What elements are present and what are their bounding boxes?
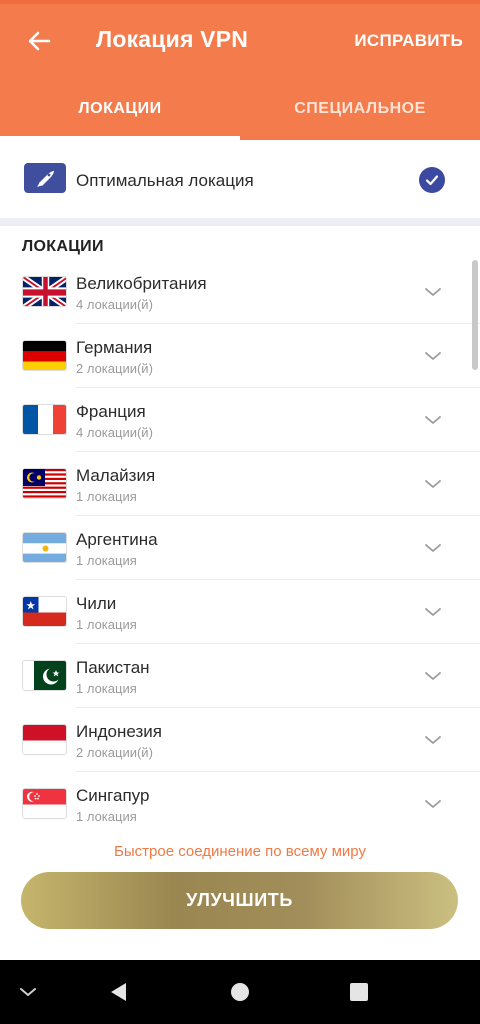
flag-cl-icon: [22, 596, 67, 627]
location-name: Франция: [76, 402, 146, 421]
location-name: Пакистан: [76, 658, 150, 677]
chevron-down-icon[interactable]: [423, 282, 443, 302]
chevron-down-icon[interactable]: [423, 602, 443, 622]
chevron-down-icon[interactable]: [423, 410, 443, 430]
chevron-down-icon[interactable]: [423, 538, 443, 558]
location-count: 2 локации(й): [76, 745, 153, 760]
list-item[interactable]: Аргентина 1 локация: [0, 516, 480, 580]
promo-text: Быстрое соединение по всему миру: [114, 843, 366, 860]
location-count: 1 локация: [76, 809, 137, 824]
flag-ar-icon: [22, 532, 67, 563]
flag-uk-icon: [22, 276, 67, 307]
upgrade-button[interactable]: УЛУЧШИТЬ: [21, 872, 458, 929]
back-arrow-icon[interactable]: [22, 24, 56, 58]
optimal-location-label: Оптимальная локация: [76, 171, 254, 190]
location-name: Чили: [76, 594, 117, 613]
location-count: 1 локация: [76, 489, 137, 504]
location-count: 1 локация: [76, 617, 137, 632]
flag-de-icon: [22, 340, 67, 371]
chevron-down-icon[interactable]: [423, 730, 443, 750]
system-nav-bar: [0, 960, 480, 1024]
status-strip: [0, 0, 480, 4]
flag-pk-icon: [22, 660, 67, 691]
fix-button[interactable]: ИСПРАВИТЬ: [354, 31, 463, 51]
locations-list: Великобритания 4 локации(й) Германия 2 л…: [0, 260, 480, 836]
location-name: Великобритания: [76, 274, 207, 293]
location-name: Сингапур: [76, 786, 150, 805]
tab-locations[interactable]: ЛОКАЦИИ: [0, 100, 240, 118]
location-count: 1 локация: [76, 553, 137, 568]
list-item[interactable]: Германия 2 локации(й): [0, 324, 480, 388]
page-title: Локация VPN: [96, 26, 249, 52]
section-title: ЛОКАЦИИ: [22, 238, 104, 255]
app-bar: Локация VPN ИСПРАВИТЬ ЛОКАЦИИ СПЕЦИАЛЬНО…: [0, 0, 480, 140]
list-item[interactable]: Индонезия 2 локации(й): [0, 708, 480, 772]
flag-my-icon: [22, 468, 67, 499]
flag-id-icon: [22, 724, 67, 755]
nav-back-icon[interactable]: [106, 980, 130, 1004]
list-item[interactable]: Малайзия 1 локация: [0, 452, 480, 516]
chevron-down-icon[interactable]: [423, 794, 443, 814]
list-item[interactable]: Сингапур 1 локация: [0, 772, 480, 836]
chevron-down-icon[interactable]: [423, 346, 443, 366]
chevron-down-icon[interactable]: [423, 474, 443, 494]
tab-special[interactable]: СПЕЦИАЛЬНОЕ: [240, 100, 480, 118]
chevron-down-icon[interactable]: [423, 666, 443, 686]
location-name: Индонезия: [76, 722, 162, 741]
checkmark-icon: [419, 167, 445, 193]
list-item[interactable]: Великобритания 4 локации(й): [0, 260, 480, 324]
optimal-location-row[interactable]: Оптимальная локация: [0, 140, 480, 220]
nav-recents-icon[interactable]: [347, 980, 371, 1004]
nav-home-icon[interactable]: [228, 980, 252, 1004]
location-name: Германия: [76, 338, 153, 357]
section-separator: [0, 218, 480, 226]
location-name: Малайзия: [76, 466, 156, 485]
list-item[interactable]: Франция 4 локации(й): [0, 388, 480, 452]
rocket-icon: [24, 163, 66, 193]
list-item[interactable]: Чили 1 локация: [0, 580, 480, 644]
location-name: Аргентина: [76, 530, 158, 549]
flag-fr-icon: [22, 404, 67, 435]
location-count: 4 локации(й): [76, 425, 153, 440]
nav-chevron-down-icon[interactable]: [16, 980, 40, 1004]
location-count: 4 локации(й): [76, 297, 153, 312]
flag-sg-icon: [22, 788, 67, 819]
list-item[interactable]: Пакистан 1 локация: [0, 644, 480, 708]
location-count: 1 локация: [76, 681, 137, 696]
scrollbar[interactable]: [472, 260, 478, 370]
location-count: 2 локации(й): [76, 361, 153, 376]
